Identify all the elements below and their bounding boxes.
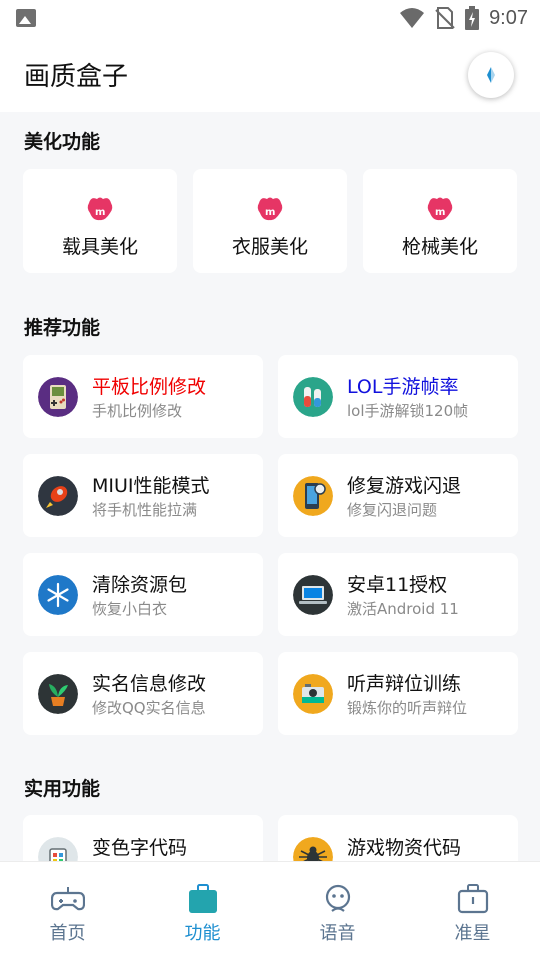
feature-card-sound-training[interactable]: 听声辩位训练 锻炼你的听声辩位	[278, 652, 518, 735]
nav-crosshair[interactable]: 准星	[405, 862, 540, 961]
laptop-icon	[293, 575, 333, 615]
feature-card-miui-performance[interactable]: MIUI性能模式 将手机性能拉满	[23, 454, 263, 537]
nav-voice[interactable]: 语音	[270, 862, 405, 961]
feature-title: 清除资源包	[92, 574, 188, 596]
beautify-label: 衣服美化	[231, 236, 308, 258]
feature-title: LOL手游帧率	[347, 376, 459, 398]
beautify-card-weapon[interactable]: m 枪械美化	[363, 169, 517, 273]
section-title-utility: 实用功能	[24, 778, 101, 800]
page-title: 画质盒子	[24, 62, 129, 92]
feature-subtitle: 手机比例修改	[92, 402, 183, 420]
status-time: 9:07	[489, 6, 528, 29]
feature-card-clear-resources[interactable]: 清除资源包 恢复小白衣	[23, 553, 263, 636]
gameboy-icon	[38, 377, 78, 417]
feature-subtitle: 修改QQ实名信息	[92, 699, 206, 717]
feature-subtitle: 修复闪退问题	[347, 501, 438, 519]
section-title-recommended: 推荐功能	[24, 317, 101, 339]
feature-card-realname[interactable]: 实名信息修改 修改QQ实名信息	[23, 652, 263, 735]
nav-features[interactable]: 功能	[135, 862, 270, 961]
feature-card-tablet-ratio[interactable]: 平板比例修改 手机比例修改	[23, 355, 263, 438]
pink-m-icon: m	[427, 197, 453, 221]
gamepad-icon	[50, 887, 85, 911]
section-title-beautify: 美化功能	[24, 131, 101, 153]
feature-title: 平板比例修改	[92, 376, 207, 398]
pink-m-icon: m	[87, 197, 113, 221]
feature-title: MIUI性能模式	[92, 475, 210, 497]
compass-button[interactable]	[468, 52, 514, 98]
feature-subtitle: 激活Android 11	[347, 600, 459, 618]
beautify-label: 载具美化	[61, 236, 138, 258]
nav-label: 语音	[319, 923, 356, 944]
wifi-icon	[400, 8, 425, 28]
app-bar: 画质盒子	[0, 36, 540, 112]
status-bar: 9:07	[0, 0, 540, 36]
feature-subtitle: 将手机性能拉满	[92, 501, 198, 519]
beautify-card-vehicle[interactable]: m 载具美化	[23, 169, 177, 273]
feature-card-fix-crash[interactable]: 修复游戏闪退 修复闪退问题	[278, 454, 518, 537]
beautify-label: 枪械美化	[401, 236, 478, 258]
no-sim-icon	[435, 7, 455, 29]
nav-label: 首页	[49, 923, 86, 944]
snowflake-icon	[38, 575, 78, 615]
nav-home[interactable]: 首页	[0, 862, 135, 961]
feature-title: 实名信息修改	[92, 673, 207, 695]
potion-icon	[293, 377, 333, 417]
battery-charging-icon	[465, 6, 480, 30]
nav-label: 准星	[454, 923, 491, 944]
feature-subtitle: 恢复小白衣	[92, 600, 168, 618]
compass-icon	[487, 67, 495, 83]
feature-title: 听声辩位训练	[347, 673, 462, 695]
beautify-card-clothes[interactable]: m 衣服美化	[193, 169, 347, 273]
phone-repair-icon	[293, 476, 333, 516]
camera-icon	[293, 674, 333, 714]
svg-text:m: m	[265, 207, 275, 218]
feature-subtitle: 锻炼你的听声辩位	[347, 699, 468, 717]
pink-m-icon: m	[257, 197, 283, 221]
plant-icon	[38, 674, 78, 714]
toolbox-icon	[188, 884, 217, 913]
feature-title: 变色字代码	[92, 837, 188, 859]
image-notification-icon	[16, 9, 36, 27]
bottom-navigation: 首页 功能 语音 准星	[0, 861, 540, 961]
nav-label: 功能	[184, 923, 221, 944]
feature-title: 安卓11授权	[347, 574, 448, 596]
feature-title: 游戏物资代码	[347, 837, 462, 859]
svg-text:m: m	[95, 207, 105, 218]
briefcase-icon	[457, 884, 488, 914]
feature-card-android11[interactable]: 安卓11授权 激活Android 11	[278, 553, 518, 636]
rocket-icon	[38, 476, 78, 516]
robot-face-icon	[325, 884, 350, 912]
feature-title: 修复游戏闪退	[347, 475, 462, 497]
feature-card-lol-fps[interactable]: LOL手游帧率 lol手游解锁120帧	[278, 355, 518, 438]
feature-subtitle: lol手游解锁120帧	[347, 402, 469, 420]
svg-text:m: m	[435, 207, 445, 218]
